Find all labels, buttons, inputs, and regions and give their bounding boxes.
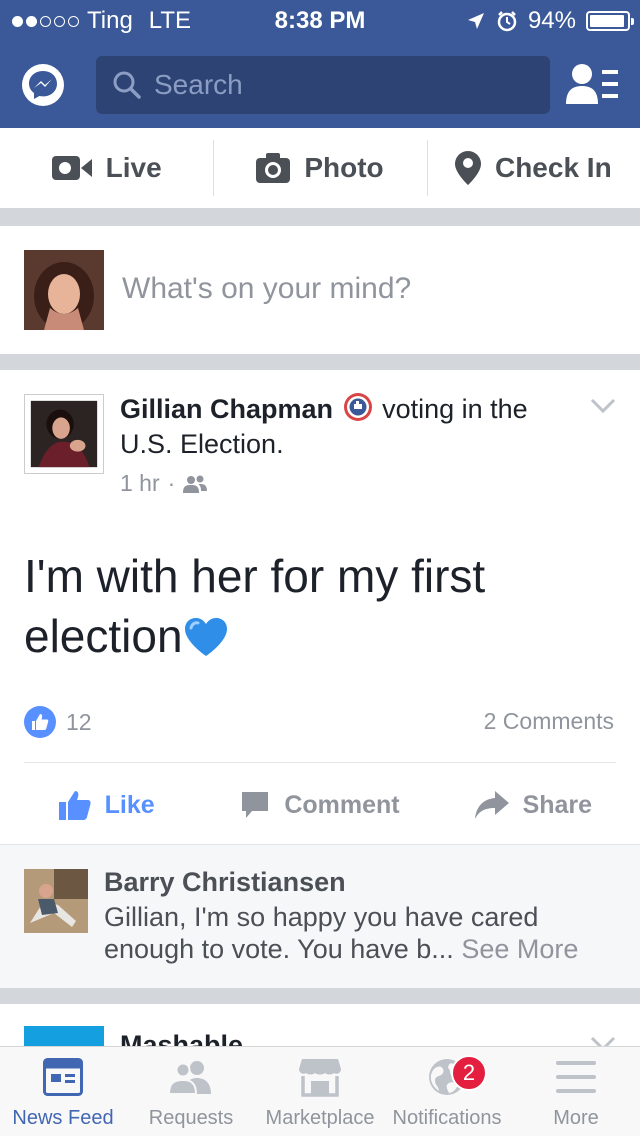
comment-preview[interactable]: Barry Christiansen Gillian, I'm so happy… — [0, 844, 640, 988]
status-composer[interactable]: What's on your mind? — [0, 226, 640, 354]
comment-text: Gillian, I'm so happy you have cared eno… — [104, 901, 624, 965]
messenger-icon — [29, 71, 57, 99]
marketplace-icon — [299, 1059, 341, 1097]
commenter-name[interactable]: Barry Christiansen — [104, 867, 346, 898]
check-in-button[interactable]: Check In — [426, 128, 640, 208]
friends-icon — [183, 475, 208, 493]
like-count[interactable]: 12 — [24, 706, 92, 738]
avatar — [24, 250, 104, 330]
divider — [24, 762, 616, 763]
share-arrow-icon — [474, 791, 509, 819]
friend-list-icon[interactable] — [566, 62, 618, 108]
comment-label: Comment — [284, 790, 400, 819]
tab-label: Notifications — [392, 1107, 502, 1129]
menu-icon — [556, 1061, 596, 1093]
divider — [0, 208, 640, 226]
divider — [0, 354, 640, 370]
see-more-link[interactable]: See More — [461, 934, 578, 964]
page-avatar[interactable] — [24, 1026, 104, 1048]
post-author[interactable]: Gillian Chapman — [120, 394, 333, 424]
status-bar: Ting LTE 8:38 PM 94% — [0, 0, 640, 40]
battery-icon — [586, 11, 634, 31]
battery-percent: 94% — [527, 7, 576, 34]
tab-notifications[interactable]: 2 Notifications — [384, 1047, 510, 1136]
location-pin-icon — [454, 151, 481, 185]
comment-button[interactable]: Comment — [213, 766, 426, 844]
blue-heart-icon — [184, 618, 227, 656]
share-button[interactable]: Share — [427, 766, 640, 844]
commenter-avatar[interactable] — [24, 869, 88, 933]
check-in-label: Check In — [494, 152, 612, 183]
author-avatar[interactable] — [24, 394, 104, 474]
tab-label: More — [553, 1107, 599, 1129]
comment-bubble-icon — [242, 792, 269, 818]
bottom-tab-bar: News Feed Requests Marketplace 2 Notific… — [0, 1046, 640, 1136]
tab-label: News Feed — [12, 1107, 114, 1129]
post-actions: Like Comment Share — [0, 766, 640, 844]
share-label: Share — [522, 790, 593, 819]
tab-more[interactable]: More — [524, 1047, 628, 1136]
thumbs-up-icon — [58, 791, 91, 820]
like-reaction-icon — [24, 706, 56, 738]
feed-post: Gillian Chapman voting in the U.S. Elect… — [0, 370, 640, 844]
photo-button[interactable]: Photo — [213, 128, 426, 208]
divider — [0, 988, 640, 1004]
tab-label: Marketplace — [265, 1107, 375, 1129]
tab-marketplace[interactable]: Marketplace — [258, 1047, 382, 1136]
post-text-content: I'm with her for my first election — [24, 550, 486, 662]
top-bar: Ting LTE 8:38 PM 94% Search — [0, 0, 640, 128]
post-text: I'm with her for my first election — [24, 546, 614, 666]
search-input[interactable]: Search — [96, 56, 550, 114]
comment-count[interactable]: 2 Comments — [484, 708, 614, 735]
like-button[interactable]: Like — [0, 766, 213, 844]
location-arrow-icon — [467, 13, 484, 29]
tab-label: Requests — [148, 1107, 234, 1129]
tab-requests[interactable]: Requests — [136, 1047, 246, 1136]
whats-on-your-mind-prompt: What's on your mind? — [122, 272, 412, 305]
feed-post: Mashable — [0, 1004, 640, 1048]
tab-news-feed[interactable]: News Feed — [0, 1047, 126, 1136]
live-button[interactable]: Live — [0, 128, 213, 208]
post-time[interactable]: 1 hr — [120, 470, 160, 497]
news-feed-icon — [43, 1058, 83, 1096]
meta-separator: · — [167, 470, 176, 496]
friend-requests-icon — [169, 1061, 211, 1094]
voting-badge-icon — [343, 393, 372, 421]
like-count-value: 12 — [66, 708, 92, 735]
notification-badge: 2 — [451, 1055, 487, 1091]
video-camera-icon — [51, 156, 92, 180]
post-header: Gillian Chapman voting in the U.S. Elect… — [120, 392, 560, 462]
composer-actions: Live Photo Check In — [0, 128, 640, 208]
photo-label: Photo — [304, 152, 384, 183]
post-meta: 1 hr · — [120, 470, 208, 497]
search-icon — [113, 71, 141, 99]
chevron-down-icon[interactable] — [590, 398, 616, 414]
camera-icon — [256, 153, 291, 183]
alarm-icon — [497, 11, 517, 32]
search-placeholder: Search — [154, 69, 243, 100]
live-label: Live — [105, 152, 162, 183]
like-label: Like — [104, 790, 155, 819]
messenger-button[interactable] — [22, 64, 64, 106]
